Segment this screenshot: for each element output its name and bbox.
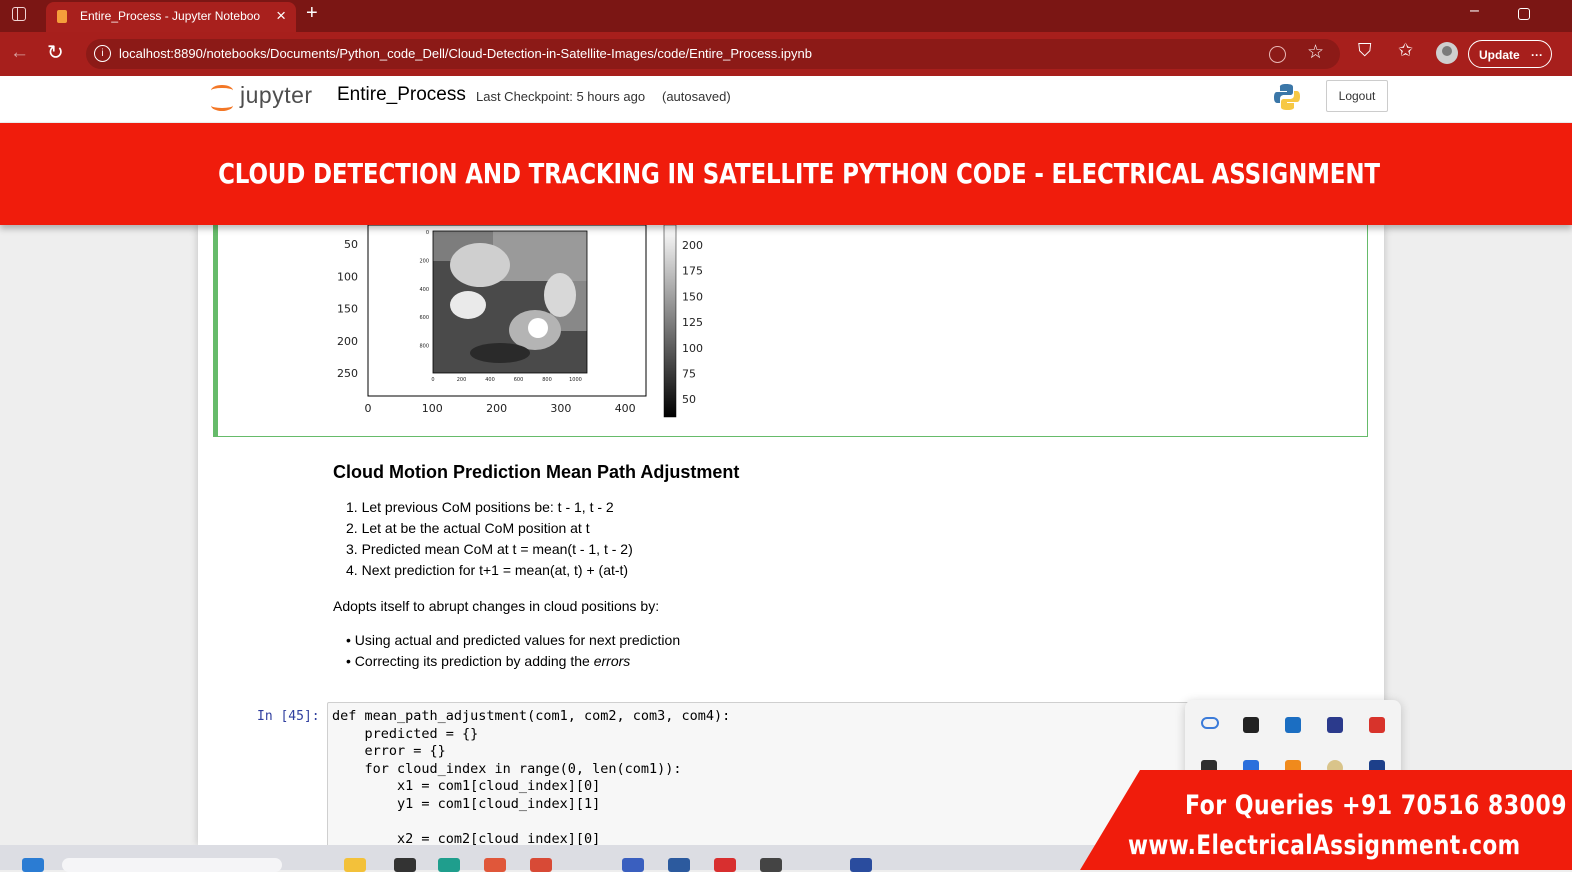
code-line[interactable]: def mean_path_adjustment(com1, com2, com… (332, 708, 730, 724)
inner-y-tick-label: 600 (419, 315, 429, 321)
banner-title: CLOUD DETECTION AND TRACKING IN SATELLIT… (218, 157, 1380, 190)
colorbar-tick-label: 150 (682, 290, 703, 303)
inner-x-tick-label: 800 (542, 377, 552, 383)
new-tab-icon[interactable]: + (306, 2, 318, 25)
app-tray-icon[interactable] (1327, 717, 1343, 733)
window-minimize-icon[interactable]: – (1470, 2, 1479, 20)
back-arrow-icon[interactable]: ← (10, 42, 29, 64)
y-tick-label: 100 (337, 270, 358, 283)
bullet-text: Correcting its prediction by adding the (354, 653, 594, 669)
x-tick-label: 300 (550, 402, 571, 415)
bullet-emphasis: errors (593, 653, 631, 669)
code-line[interactable]: for cloud_index in range(0, len(com1)): (332, 761, 682, 777)
y-tick-label: 50 (344, 238, 358, 251)
colorbar (663, 225, 677, 418)
jupyter-header: jupyter Entire_Process Last Checkpoint: … (0, 76, 1572, 122)
browser-essentials-icon[interactable]: ⛉ (1358, 40, 1372, 61)
jupyter-brand[interactable]: jupyter (240, 82, 313, 109)
jupyter-logo-icon[interactable] (211, 85, 233, 111)
x-tick-label: 100 (422, 402, 443, 415)
notebook-favicon-icon (57, 10, 67, 23)
browser-toolbar: ← ↻ i localhost:8890/notebooks/Documents… (0, 32, 1572, 76)
step-text: Predicted mean CoM at t = mean(t - 1, t … (361, 541, 633, 557)
inner-x-tick-label: 1000 (569, 377, 582, 383)
numbered-step: 2. Let at be the actual CoM position at … (346, 520, 590, 536)
colorbar-tick-label: 200 (682, 239, 703, 252)
update-label: Update (1479, 48, 1520, 62)
tab-close-icon[interactable]: × (276, 6, 286, 26)
colorbar-tick-label: 125 (682, 316, 703, 329)
checkpoint-status: Last Checkpoint: 5 hours ago (476, 89, 646, 104)
tab-title: Entire_Process - Jupyter Notebook (80, 9, 260, 23)
favorites-icon[interactable]: ✩ (1398, 40, 1413, 61)
url-text[interactable]: localhost:8890/notebooks/Documents/Pytho… (119, 46, 812, 61)
app-tray-icon[interactable] (1285, 717, 1301, 733)
numbered-step: 4. Next prediction for t+1 = mean(at, t)… (346, 562, 628, 578)
x-tick-label: 200 (486, 402, 507, 415)
numbered-step: 3. Predicted mean CoM at t = mean(t - 1,… (346, 541, 633, 557)
inner-x-tick-label: 600 (514, 377, 524, 383)
plot-figure: 50 100 150 200 250 0 100 200 300 400 0 200 400 600 800… (337, 225, 703, 418)
python-logo-icon (1274, 84, 1300, 110)
app-tray-icon[interactable] (1369, 717, 1385, 733)
inner-x-tick-label: 400 (485, 377, 495, 383)
step-text: Let previous CoM positions be: t - 1, t … (361, 499, 614, 515)
browser-tab[interactable]: Entire_Process - Jupyter Notebook × (46, 2, 296, 32)
y-tick-label: 200 (337, 335, 358, 348)
bullet-item: • Correcting its prediction by adding th… (346, 653, 631, 669)
bullet-item: • Using actual and predicted values for … (346, 632, 681, 648)
contact-phone: For Queries +91 70516 83009 (1185, 790, 1567, 821)
address-bar[interactable]: i localhost:8890/notebooks/Documents/Pyt… (86, 39, 1340, 69)
x-tick-label: 0 (365, 402, 372, 415)
title-banner: CLOUD DETECTION AND TRACKING IN SATELLIT… (0, 123, 1572, 225)
colorbar-tick-label: 50 (682, 393, 696, 406)
update-button[interactable]: Update ··· (1468, 40, 1552, 68)
step-text: Let at be the actual CoM position at t (361, 520, 590, 536)
y-tick-label: 250 (337, 367, 358, 380)
inner-x-tick-label: 0 (431, 377, 434, 383)
numbered-step: 1. Let previous CoM positions be: t - 1,… (346, 499, 614, 515)
autosave-status: (autosaved) (662, 89, 731, 104)
reader-mode-icon[interactable] (1269, 46, 1286, 63)
step-number: 2. (346, 520, 362, 536)
code-line[interactable]: y1 = com1[cloud_index][1] (332, 796, 600, 812)
app-tray-icon[interactable] (1243, 717, 1259, 733)
contact-website: www.ElectricalAssignment.com (1128, 830, 1521, 861)
colorbar-tick-label: 75 (682, 368, 696, 381)
step-number: 1. (346, 499, 362, 515)
bullet-text: Using actual and predicted values for ne… (354, 632, 681, 648)
inner-y-tick-label: 0 (426, 230, 429, 236)
inner-y-tick-label: 800 (419, 344, 429, 350)
markdown-heading: Cloud Motion Prediction Mean Path Adjust… (333, 462, 740, 482)
markdown-paragraph: Adopts itself to abrupt changes in cloud… (333, 598, 660, 614)
window-restore-icon[interactable] (1518, 8, 1530, 20)
inner-y-tick-label: 200 (419, 258, 429, 264)
notebook-name[interactable]: Entire_Process (337, 84, 466, 106)
inner-x-tick-label: 200 (457, 377, 467, 383)
step-number: 4. (346, 562, 362, 578)
reload-icon[interactable]: ↻ (47, 40, 64, 65)
code-line[interactable]: error = {} (332, 743, 446, 759)
x-tick-label: 400 (615, 402, 636, 415)
more-options-icon[interactable]: ··· (1531, 41, 1543, 69)
logout-button[interactable]: Logout (1326, 80, 1388, 112)
code-line[interactable]: predicted = {} (332, 726, 479, 742)
colorbar-tick-label: 100 (682, 342, 703, 355)
y-tick-label: 150 (337, 303, 358, 316)
site-info-icon[interactable]: i (94, 45, 111, 62)
step-number: 3. (346, 541, 362, 557)
tab-actions-icon[interactable] (12, 7, 26, 21)
code-line[interactable]: x1 = com1[cloud_index][0] (332, 778, 600, 794)
inner-y-tick-label: 400 (419, 287, 429, 293)
browser-tab-strip: Entire_Process - Jupyter Notebook × + – (0, 0, 1572, 32)
favorite-star-icon[interactable]: ☆ (1307, 41, 1324, 64)
onedrive-icon[interactable] (1201, 717, 1219, 729)
code-cell-prompt: In [45]: (257, 709, 320, 724)
profile-avatar[interactable] (1436, 42, 1458, 64)
colorbar-tick-label: 175 (682, 265, 703, 278)
step-text: Next prediction for t+1 = mean(at, t) + … (361, 562, 629, 578)
